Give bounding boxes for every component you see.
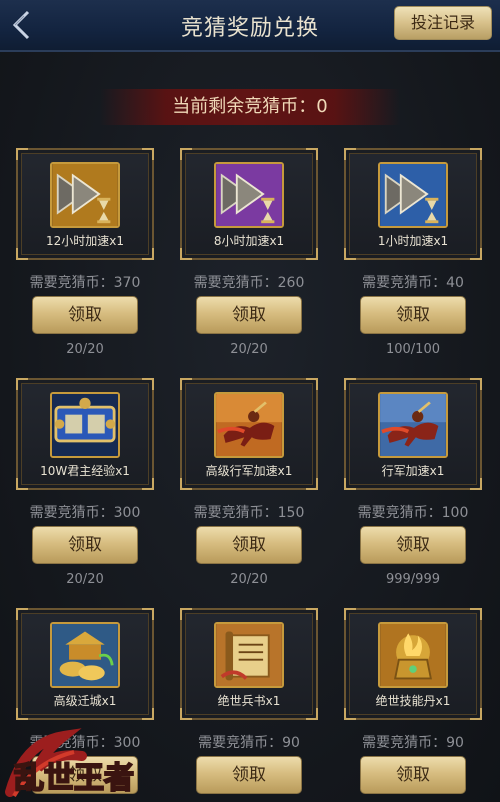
reward-item: 高级行军加速x1 需要竞猜币：150 领取 20/20 bbox=[174, 378, 324, 598]
item-frame: 1小时加速x1 bbox=[344, 148, 482, 260]
reward-item: 12小时加速x1 需要竞猜币：370 领取 20/20 bbox=[10, 148, 160, 368]
item-stock: 20/20 bbox=[66, 572, 104, 587]
item-cost: 需要竞猜币：40 bbox=[362, 275, 464, 291]
item-frame: 12小时加速x1 bbox=[16, 148, 154, 260]
cavalry-march-icon bbox=[378, 392, 448, 458]
reward-item: 绝世技能丹x1 需要竞猜币：90 领取 bbox=[338, 608, 488, 802]
reward-item: 10W君主经验x1 需要竞猜币：300 领取 20/20 bbox=[10, 378, 160, 598]
claim-button[interactable]: 领取 bbox=[32, 526, 138, 564]
reward-item: 8小时加速x1 需要竞猜币：260 领取 20/20 bbox=[174, 148, 324, 368]
item-stock: 20/20 bbox=[230, 342, 268, 357]
reward-item: 行军加速x1 需要竞猜币：100 领取 999/999 bbox=[338, 378, 488, 598]
reward-item: 1小时加速x1 需要竞猜币：40 领取 100/100 bbox=[338, 148, 488, 368]
item-frame: 绝世兵书x1 bbox=[180, 608, 318, 720]
item-cost: 需要竞猜币：150 bbox=[193, 505, 305, 521]
claim-button[interactable]: 领取 bbox=[196, 526, 302, 564]
reward-item: 绝世兵书x1 需要竞猜币：90 领取 bbox=[174, 608, 324, 802]
header-bar: 竞猜奖励兑换 投注记录 bbox=[0, 0, 500, 52]
item-frame: 高级迁城x1 bbox=[16, 608, 154, 720]
item-stock: 20/20 bbox=[230, 572, 268, 587]
claim-button[interactable]: 领取 bbox=[360, 756, 466, 794]
military-scroll-icon bbox=[214, 622, 284, 688]
claim-button[interactable]: 领取 bbox=[32, 296, 138, 334]
logo-text: 乱世王者 bbox=[14, 761, 134, 796]
skill-elixir-icon bbox=[378, 622, 448, 688]
item-stock: 100/100 bbox=[385, 342, 440, 357]
item-cost: 需要竞猜币：90 bbox=[362, 735, 464, 751]
item-name: 行军加速x1 bbox=[381, 464, 445, 478]
item-cost: 需要竞猜币：100 bbox=[357, 505, 469, 521]
claim-button[interactable]: 领取 bbox=[360, 526, 466, 564]
claim-button[interactable]: 领取 bbox=[196, 756, 302, 794]
item-name: 8小时加速x1 bbox=[213, 234, 285, 248]
relocate-city-icon bbox=[50, 622, 120, 688]
item-cost: 需要竞猜币：90 bbox=[198, 735, 300, 751]
item-cost: 需要竞猜币：260 bbox=[193, 275, 305, 291]
item-stock: 20/20 bbox=[66, 342, 104, 357]
speedup-hourglass-icon bbox=[214, 162, 284, 228]
item-frame: 高级行军加速x1 bbox=[180, 378, 318, 490]
item-stock: 999/999 bbox=[385, 572, 440, 587]
item-frame: 绝世技能丹x1 bbox=[344, 608, 482, 720]
betting-record-button[interactable]: 投注记录 bbox=[394, 6, 492, 40]
speedup-hourglass-icon bbox=[50, 162, 120, 228]
remaining-coins-banner: 当前剩余竞猜币：0 bbox=[100, 89, 400, 125]
speedup-hourglass-icon bbox=[378, 162, 448, 228]
claim-button[interactable]: 领取 bbox=[360, 296, 466, 334]
experience-scroll-icon bbox=[50, 392, 120, 458]
item-name: 10W君主经验x1 bbox=[40, 464, 130, 478]
item-name: 高级行军加速x1 bbox=[205, 464, 293, 478]
item-cost: 需要竞猜币：300 bbox=[29, 505, 141, 521]
exchange-page: 竞猜奖励兑换 投注记录 当前剩余竞猜币：0 12小时加速x1 需要竞猜币：370… bbox=[0, 0, 500, 802]
item-frame: 8小时加速x1 bbox=[180, 148, 318, 260]
item-name: 绝世兵书x1 bbox=[217, 694, 281, 708]
item-name: 绝世技能丹x1 bbox=[375, 694, 451, 708]
item-name: 高级迁城x1 bbox=[53, 694, 117, 708]
item-name: 1小时加速x1 bbox=[377, 234, 449, 248]
claim-button[interactable]: 领取 bbox=[196, 296, 302, 334]
item-cost: 需要竞猜币：370 bbox=[29, 275, 141, 291]
cavalry-march-icon bbox=[214, 392, 284, 458]
game-logo: 乱世王者 bbox=[4, 722, 144, 802]
item-frame: 10W君主经验x1 bbox=[16, 378, 154, 490]
item-name: 12小时加速x1 bbox=[45, 234, 124, 248]
item-frame: 行军加速x1 bbox=[344, 378, 482, 490]
